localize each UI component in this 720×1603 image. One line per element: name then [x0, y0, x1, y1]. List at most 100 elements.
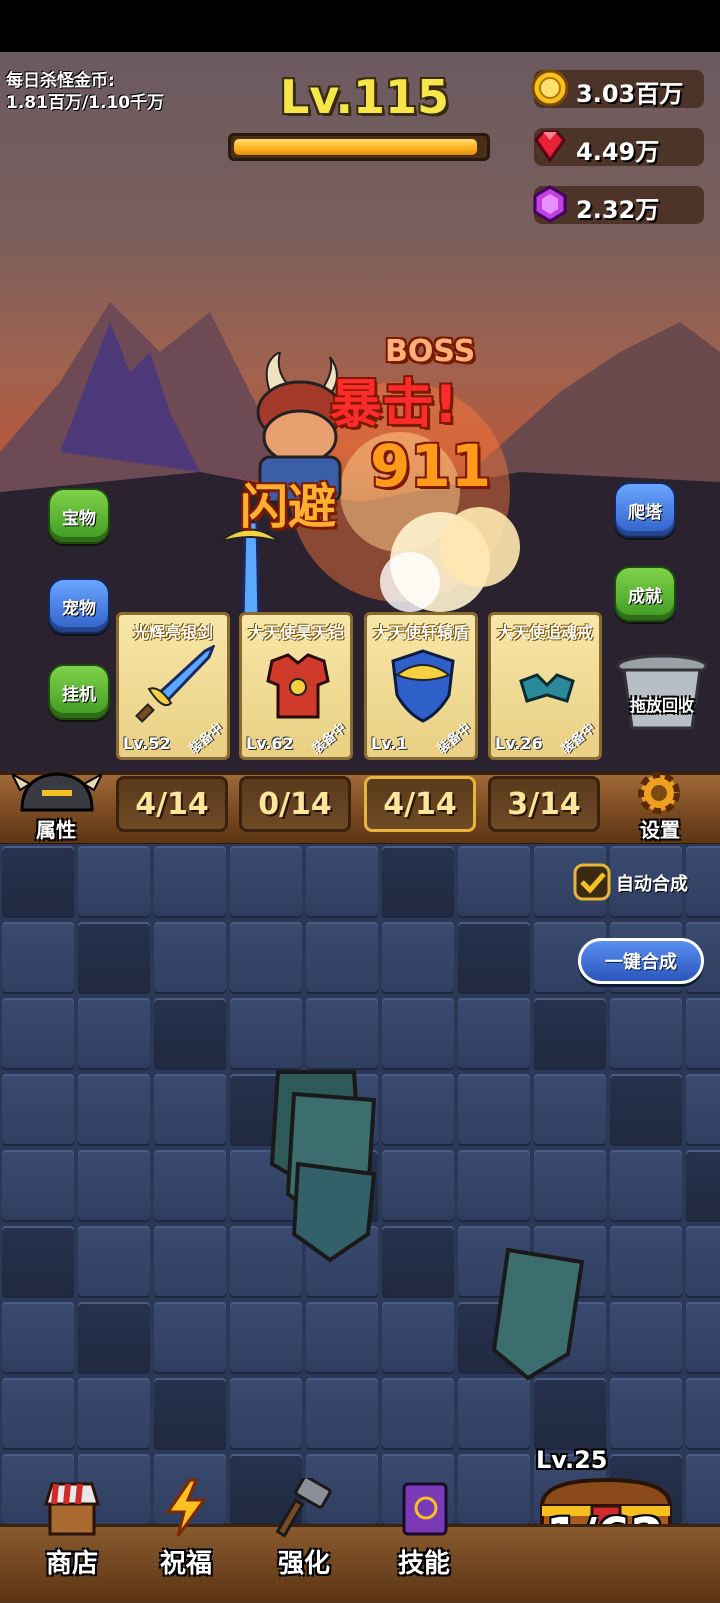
tower-button[interactable]: 爬塔 [614, 482, 676, 538]
grid-tile[interactable] [458, 1074, 530, 1146]
gem-counter[interactable]: 2.32万 [533, 185, 704, 224]
shield-icon [391, 649, 455, 723]
grid-tile[interactable] [230, 998, 302, 1070]
shield-item-icon[interactable] [264, 1064, 384, 1264]
grid-tile[interactable] [382, 998, 454, 1070]
pet-button[interactable]: 宠物 [48, 578, 110, 634]
grid-tile[interactable] [78, 998, 150, 1070]
grid-tile[interactable] [534, 1378, 606, 1450]
grid-tile[interactable] [154, 922, 226, 994]
grid-tile[interactable] [686, 1074, 720, 1146]
grid-tile[interactable] [230, 1302, 302, 1374]
auto-merge-toggle[interactable]: 自动合成 [572, 862, 712, 902]
settings-button[interactable]: 设置 [614, 768, 706, 842]
equipment-card-ring[interactable]: 大天使追魂戒 Lv.26 装备中 [488, 612, 602, 760]
grid-tile[interactable] [2, 998, 74, 1070]
equipment-card-armor[interactable]: 大天使昊天铠 Lv.62 装备中 [239, 612, 353, 760]
achievement-button[interactable]: 成就 [614, 566, 676, 622]
equipment-slot-count[interactable]: 0/14 [239, 776, 351, 832]
ring-icon [519, 673, 575, 703]
equipment-slot-count[interactable]: 4/14 [116, 776, 228, 832]
gold-counter[interactable]: 3.03百万 [531, 69, 704, 108]
equipment-name: 光辉亮银剑 [132, 623, 213, 642]
grid-tile[interactable] [2, 1226, 74, 1298]
grid-tile[interactable] [686, 1378, 720, 1450]
grid-tile[interactable] [230, 922, 302, 994]
grid-tile[interactable] [2, 922, 74, 994]
grid-tile[interactable] [2, 1150, 74, 1222]
equipment-slot-count[interactable]: 3/14 [488, 776, 600, 832]
grid-tile[interactable] [154, 1302, 226, 1374]
grid-tile[interactable] [610, 1150, 682, 1222]
one-key-merge-button[interactable]: 一键合成 [578, 938, 704, 984]
grid-tile[interactable] [78, 1378, 150, 1450]
grid-tile[interactable] [458, 846, 530, 918]
grid-tile[interactable] [686, 1226, 720, 1298]
grid-tile[interactable] [610, 998, 682, 1070]
grid-tile[interactable] [686, 1302, 720, 1374]
grid-tile[interactable] [458, 922, 530, 994]
grid-tile[interactable] [78, 1150, 150, 1222]
lightning-icon [165, 1478, 207, 1537]
grid-tile[interactable] [610, 1226, 682, 1298]
grid-tile[interactable] [458, 1150, 530, 1222]
treasure-button[interactable]: 宝物 [48, 488, 110, 544]
grid-tile[interactable] [382, 922, 454, 994]
nav-upgrade[interactable]: 强化 [254, 1478, 354, 1588]
grid-tile[interactable] [306, 1302, 378, 1374]
crit-text: 暴击! [330, 375, 458, 435]
grid-tile[interactable] [2, 846, 74, 918]
grid-tile[interactable] [382, 1226, 454, 1298]
ruby-counter[interactable]: 4.49万 [534, 128, 704, 166]
idle-button[interactable]: 挂机 [48, 664, 110, 720]
equipment-card-weapon[interactable]: 光辉亮银剑 Lv.52 装备中 [116, 612, 230, 760]
nav-blessing[interactable]: 祝福 [136, 1478, 236, 1588]
recycle-bin[interactable]: 拖放回收 [612, 652, 712, 752]
grid-tile[interactable] [154, 846, 226, 918]
equipment-name: 大天使昊天铠 [247, 623, 344, 642]
grid-tile[interactable] [382, 1150, 454, 1222]
grid-tile[interactable] [306, 922, 378, 994]
grid-tile[interactable] [382, 1378, 454, 1450]
shield-item-icon[interactable] [488, 1244, 588, 1384]
nav-shop[interactable]: 商店 [22, 1478, 122, 1588]
grid-tile[interactable] [154, 1150, 226, 1222]
grid-tile[interactable] [2, 1378, 74, 1450]
grid-tile[interactable] [78, 1074, 150, 1146]
grid-tile[interactable] [382, 1302, 454, 1374]
grid-tile[interactable] [306, 1378, 378, 1450]
grid-tile[interactable] [382, 1074, 454, 1146]
grid-tile[interactable] [2, 1074, 74, 1146]
grid-tile[interactable] [686, 998, 720, 1070]
attributes-button[interactable]: 属性 [6, 770, 106, 842]
grid-tile[interactable] [306, 998, 378, 1070]
grid-tile[interactable] [230, 846, 302, 918]
grid-tile[interactable] [534, 998, 606, 1070]
grid-tile[interactable] [154, 998, 226, 1070]
nav-skills-label: 技能 [397, 1549, 450, 1579]
grid-tile[interactable] [154, 1226, 226, 1298]
grid-tile[interactable] [458, 1378, 530, 1450]
grid-tile[interactable] [154, 1074, 226, 1146]
grid-tile[interactable] [78, 1226, 150, 1298]
grid-tile[interactable] [78, 846, 150, 918]
equipment-slot-count[interactable]: 4/14 [364, 776, 476, 832]
grid-tile[interactable] [686, 1150, 720, 1222]
grid-tile[interactable] [610, 1378, 682, 1450]
grid-tile[interactable] [534, 1074, 606, 1146]
grid-tile[interactable] [306, 846, 378, 918]
grid-tile[interactable] [610, 1074, 682, 1146]
grid-tile[interactable] [230, 1378, 302, 1450]
equipment-card-shield[interactable]: 大天使轩辕盾 Lv.1 装备中 [364, 612, 478, 760]
armor-icon [266, 653, 330, 719]
grid-tile[interactable] [534, 1150, 606, 1222]
grid-tile[interactable] [78, 1302, 150, 1374]
equipment-level: Lv.26 [495, 734, 543, 753]
grid-tile[interactable] [610, 1302, 682, 1374]
nav-skills[interactable]: 技能 [374, 1478, 474, 1588]
grid-tile[interactable] [78, 922, 150, 994]
grid-tile[interactable] [382, 846, 454, 918]
grid-tile[interactable] [458, 998, 530, 1070]
grid-tile[interactable] [154, 1378, 226, 1450]
grid-tile[interactable] [2, 1302, 74, 1374]
